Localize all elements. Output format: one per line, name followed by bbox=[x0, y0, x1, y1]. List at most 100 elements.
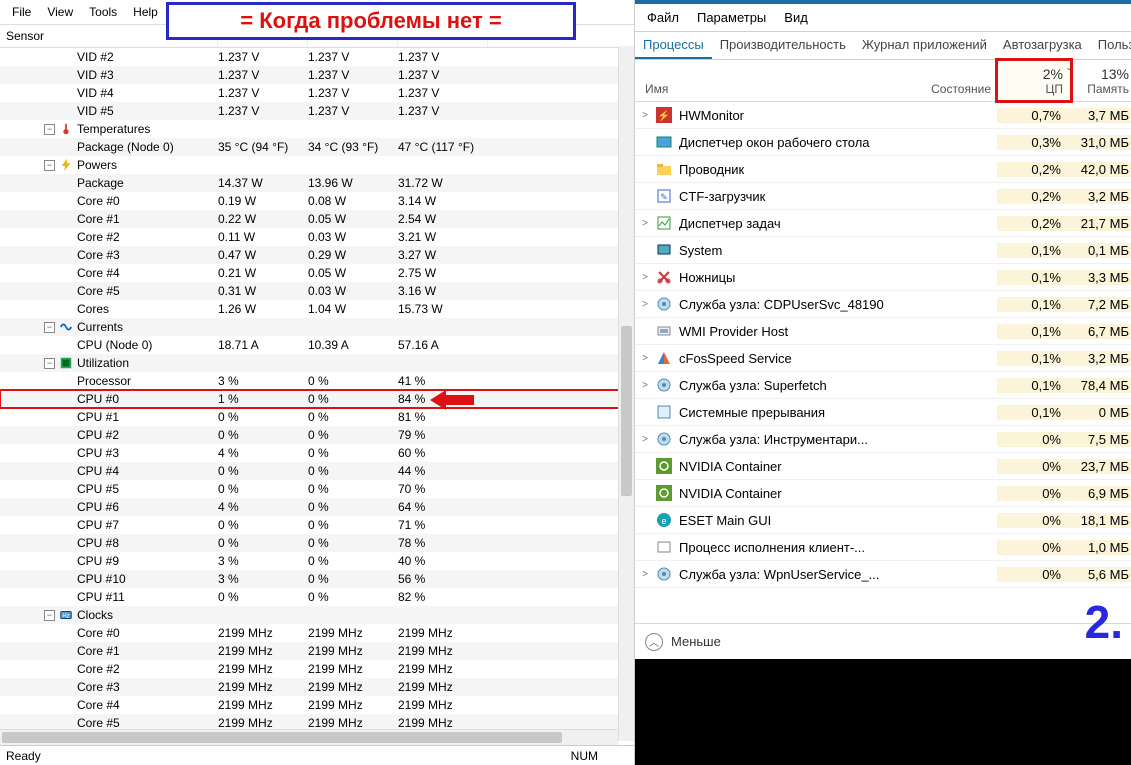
process-row[interactable]: System0,1%0,1 МБ bbox=[635, 237, 1131, 264]
tab-3[interactable]: Автозагрузка bbox=[995, 32, 1090, 59]
sensor-row[interactable]: CPU #64 %0 %64 % bbox=[0, 498, 634, 516]
menu-help[interactable]: Help bbox=[125, 2, 166, 22]
process-row[interactable]: WMI Provider Host0,1%6,7 МБ bbox=[635, 318, 1131, 345]
expand-icon[interactable]: > bbox=[635, 434, 655, 445]
tab-2[interactable]: Журнал приложений bbox=[854, 32, 995, 59]
expand-icon[interactable]: > bbox=[635, 110, 655, 121]
col-cpu[interactable]: ⌄ 2% ЦП bbox=[997, 60, 1071, 101]
expand-icon[interactable]: > bbox=[635, 353, 655, 364]
sensor-row[interactable]: Cores1.26 W1.04 W15.73 W bbox=[0, 300, 634, 318]
process-list[interactable]: >⚡HWMonitor0,7%3,7 МБДиспетчер окон рабо… bbox=[635, 102, 1131, 623]
sensor-row[interactable]: Core #02199 MHz2199 MHz2199 MHz bbox=[0, 624, 634, 642]
tree-expander[interactable]: − bbox=[44, 322, 55, 333]
sensor-group-currents[interactable]: −Currents bbox=[0, 318, 634, 336]
sensor-row[interactable]: VID #21.237 V1.237 V1.237 V bbox=[0, 48, 634, 66]
sensor-row[interactable]: Core #42199 MHz2199 MHz2199 MHz bbox=[0, 696, 634, 714]
process-row[interactable]: >Служба узла: WpnUserService_...0%5,6 МБ bbox=[635, 561, 1131, 588]
expand-icon[interactable]: > bbox=[635, 218, 655, 229]
tab-4[interactable]: Пользователи bbox=[1090, 32, 1131, 59]
process-row[interactable]: Проводник0,2%42,0 МБ bbox=[635, 156, 1131, 183]
sensor-row[interactable]: Package (Node 0)35 °C (94 °F)34 °C (93 °… bbox=[0, 138, 634, 156]
sensor-row[interactable]: VID #51.237 V1.237 V1.237 V bbox=[0, 102, 634, 120]
sensor-row[interactable]: Core #50.31 W0.03 W3.16 W bbox=[0, 282, 634, 300]
process-row[interactable]: Системные прерывания0,1%0 МБ bbox=[635, 399, 1131, 426]
expand-icon[interactable]: > bbox=[635, 380, 655, 391]
expand-icon[interactable]: > bbox=[635, 569, 655, 580]
menu-file[interactable]: File bbox=[4, 2, 39, 22]
sensor-row[interactable]: Core #40.21 W0.05 W2.75 W bbox=[0, 264, 634, 282]
process-cpu: 0% bbox=[997, 540, 1071, 555]
sensor-row[interactable]: CPU #93 %0 %40 % bbox=[0, 552, 634, 570]
tab-0[interactable]: Процессы bbox=[635, 32, 712, 59]
process-row[interactable]: ✎CTF-загрузчик0,2%3,2 МБ bbox=[635, 183, 1131, 210]
sensor-group-utilization[interactable]: −Utilization bbox=[0, 354, 634, 372]
sensor-row[interactable]: CPU #103 %0 %56 % bbox=[0, 570, 634, 588]
sensor-row[interactable]: CPU #50 %0 %70 % bbox=[0, 480, 634, 498]
sensor-row[interactable]: CPU #40 %0 %44 % bbox=[0, 462, 634, 480]
horizontal-scrollbar[interactable] bbox=[0, 729, 618, 745]
sensor-tree[interactable]: VID #21.237 V1.237 V1.237 VVID #31.237 V… bbox=[0, 48, 634, 745]
taskmgr-menu-Файл[interactable]: Файл bbox=[641, 8, 685, 27]
process-header: Имя Состояние ⌄ 2% ЦП 13% Память bbox=[635, 60, 1131, 102]
sensor-row[interactable]: Core #00.19 W0.08 W3.14 W bbox=[0, 192, 634, 210]
taskmgr-menu-Вид[interactable]: Вид bbox=[778, 8, 814, 27]
tree-expander[interactable]: − bbox=[44, 358, 55, 369]
process-row[interactable]: NVIDIA Container0%6,9 МБ bbox=[635, 480, 1131, 507]
sensor-row[interactable]: CPU (Node 0)18.71 A10.39 A57.16 A bbox=[0, 336, 634, 354]
sensor-row[interactable]: CPU #110 %0 %82 % bbox=[0, 588, 634, 606]
sensor-row[interactable]: Package14.37 W13.96 W31.72 W bbox=[0, 174, 634, 192]
menu-tools[interactable]: Tools bbox=[81, 2, 125, 22]
process-cpu: 0,1% bbox=[997, 270, 1071, 285]
tree-expander[interactable]: − bbox=[44, 124, 55, 135]
sensor-row[interactable]: CPU #34 %0 %60 % bbox=[0, 444, 634, 462]
sensor-row[interactable]: CPU #70 %0 %71 % bbox=[0, 516, 634, 534]
col-name[interactable]: Имя bbox=[635, 82, 915, 101]
process-row[interactable]: >Служба узла: Superfetch0,1%78,4 МБ bbox=[635, 372, 1131, 399]
sensor-min: 0.08 W bbox=[308, 194, 398, 208]
sensor-group-powers[interactable]: −Powers bbox=[0, 156, 634, 174]
sensor-row[interactable]: CPU #10 %0 %81 % bbox=[0, 408, 634, 426]
sensor-name: Core #3 bbox=[77, 248, 120, 262]
fewer-details-label[interactable]: Меньше bbox=[671, 634, 721, 649]
sensor-row[interactable]: Core #12199 MHz2199 MHz2199 MHz bbox=[0, 642, 634, 660]
process-row[interactable]: >Диспетчер задач0,2%21,7 МБ bbox=[635, 210, 1131, 237]
sensor-row[interactable]: CPU #20 %0 %79 % bbox=[0, 426, 634, 444]
expand-icon[interactable]: > bbox=[635, 299, 655, 310]
process-row[interactable]: Диспетчер окон рабочего стола0,3%31,0 МБ bbox=[635, 129, 1131, 156]
sensor-row[interactable]: Core #22199 MHz2199 MHz2199 MHz bbox=[0, 660, 634, 678]
sensor-row[interactable]: Core #20.11 W0.03 W3.21 W bbox=[0, 228, 634, 246]
sensor-row[interactable]: Core #10.22 W0.05 W2.54 W bbox=[0, 210, 634, 228]
sensor-row[interactable]: VID #41.237 V1.237 V1.237 V bbox=[0, 84, 634, 102]
vertical-scrollbar[interactable] bbox=[618, 46, 634, 741]
col-memory[interactable]: 13% Память bbox=[1071, 60, 1131, 101]
sensor-row[interactable]: VID #31.237 V1.237 V1.237 V bbox=[0, 66, 634, 84]
menu-view[interactable]: View bbox=[39, 2, 81, 22]
col-state[interactable]: Состояние bbox=[915, 82, 997, 101]
taskmgr-menu-Параметры[interactable]: Параметры bbox=[691, 8, 772, 27]
process-row[interactable]: >Служба узла: Инструментари...0%7,5 МБ bbox=[635, 426, 1131, 453]
fewer-details-icon[interactable]: ︿ bbox=[645, 633, 663, 651]
process-row[interactable]: >Ножницы0,1%3,3 МБ bbox=[635, 264, 1131, 291]
sensor-v: 2199 MHz bbox=[218, 698, 308, 712]
sensor-group-clocks[interactable]: −HzClocks bbox=[0, 606, 634, 624]
process-row[interactable]: NVIDIA Container0%23,7 МБ bbox=[635, 453, 1131, 480]
process-row[interactable]: >⚡HWMonitor0,7%3,7 МБ bbox=[635, 102, 1131, 129]
expand-icon[interactable]: > bbox=[635, 272, 655, 283]
tab-1[interactable]: Производительность bbox=[712, 32, 854, 59]
sensor-row[interactable]: Processor3 %0 %41 % bbox=[0, 372, 634, 390]
sensor-min: 0 % bbox=[308, 500, 398, 514]
process-row[interactable]: Процесс исполнения клиент-...0%1,0 МБ bbox=[635, 534, 1131, 561]
process-row[interactable]: >Служба узла: CDPUserSvc_481900,1%7,2 МБ bbox=[635, 291, 1131, 318]
tree-expander[interactable]: − bbox=[44, 160, 55, 171]
sensor-group-temperatures[interactable]: −Temperatures bbox=[0, 120, 634, 138]
sensor-row[interactable]: Core #32199 MHz2199 MHz2199 MHz bbox=[0, 678, 634, 696]
process-row[interactable]: eESET Main GUI0%18,1 МБ bbox=[635, 507, 1131, 534]
sensor-row[interactable]: CPU #01 %0 %84 % bbox=[0, 390, 634, 408]
process-cpu: 0,1% bbox=[997, 405, 1071, 420]
sensor-row[interactable]: Core #30.47 W0.29 W3.27 W bbox=[0, 246, 634, 264]
process-row[interactable]: >cFosSpeed Service0,1%3,2 МБ bbox=[635, 345, 1131, 372]
process-mem: 23,7 МБ bbox=[1071, 459, 1131, 474]
sensor-row[interactable]: CPU #80 %0 %78 % bbox=[0, 534, 634, 552]
tree-expander[interactable]: − bbox=[44, 610, 55, 621]
process-mem: 5,6 МБ bbox=[1071, 567, 1131, 582]
